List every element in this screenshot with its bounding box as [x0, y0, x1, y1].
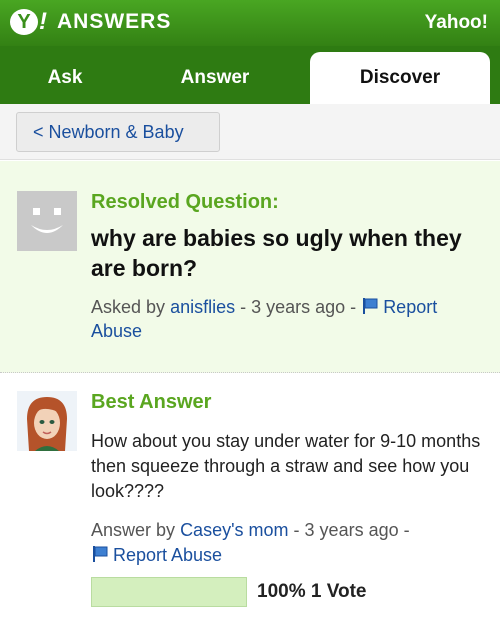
category-back-button[interactable]: < Newborn & Baby [16, 112, 220, 152]
yahoo-y-icon: Y [10, 9, 38, 35]
user-avatar-icon[interactable] [17, 391, 77, 451]
default-avatar-icon[interactable] [17, 191, 77, 251]
best-answer-label: Best Answer [91, 391, 212, 413]
app-header: Y ! ANSWERS Yahoo! [0, 0, 500, 46]
tab-bar: Ask Answer Discover [0, 46, 500, 104]
question-title: why are babies so ugly when they are bor… [91, 225, 462, 281]
tab-answer[interactable]: Answer [150, 52, 280, 104]
logo-text: ANSWERS [57, 10, 172, 33]
best-answer-section: Best Answer How about you stay under wat… [0, 374, 500, 623]
tab-ask[interactable]: Ask [0, 52, 130, 104]
answer-time: - 3 years ago - [293, 520, 410, 540]
answer-author-link[interactable]: Casey's mom [180, 520, 288, 540]
vote-summary: 100% 1 Vote [257, 581, 367, 602]
resolved-question-label: Resolved Question: [91, 191, 279, 213]
answer-meta: Answer by Casey's mom - 3 years ago - Re… [91, 518, 486, 568]
question-section: Resolved Question: why are babies so ugl… [0, 161, 500, 373]
logo-exclamation: ! [39, 8, 47, 35]
answer-report-abuse-label: Report Abuse [113, 545, 223, 565]
answer-text: How about you stay under water for 9-10 … [91, 431, 481, 501]
answer-report-abuse-link[interactable]: Report Abuse [91, 545, 222, 565]
question-meta: Asked by anisflies - 3 years ago - Repor… [91, 295, 481, 343]
breadcrumb: < Newborn & Baby [0, 104, 500, 160]
flag-icon [363, 298, 378, 314]
yahoo-home-link[interactable]: Yahoo! [425, 12, 488, 34]
asker-link[interactable]: anisflies [170, 297, 235, 317]
asked-by-label: Asked by [91, 297, 166, 317]
question-time: - 3 years ago - [240, 297, 357, 317]
vote-progress-bar [91, 577, 247, 607]
answer-by-label: Answer by [91, 520, 176, 540]
yahoo-answers-logo[interactable]: Y ! ANSWERS [10, 8, 171, 36]
flag-icon [93, 546, 108, 562]
tab-discover[interactable]: Discover [310, 52, 490, 104]
